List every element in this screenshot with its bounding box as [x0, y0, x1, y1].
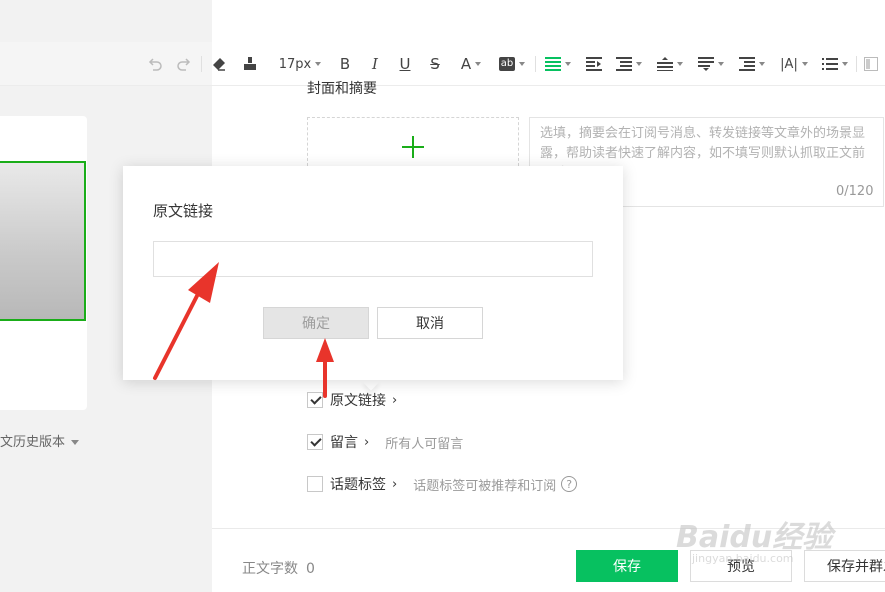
chevron-right-icon: ›: [392, 392, 398, 408]
baidu-jingyan-watermark: Baidu经验 jingyan.baidu.com: [676, 512, 833, 565]
chevron-down-icon: [315, 62, 322, 66]
editor-toolbar: 17px B I U S A ab |A|: [0, 42, 885, 86]
align-button[interactable]: [543, 54, 573, 74]
italic-button[interactable]: I: [366, 54, 384, 74]
save-button[interactable]: 保存: [576, 550, 678, 582]
cover-summary-title: 封面和摘要: [307, 81, 377, 97]
paragraph-before-icon: [657, 57, 673, 71]
underline-icon: U: [399, 55, 411, 73]
chevron-down-icon: [759, 62, 765, 66]
chevron-down-icon: [801, 62, 808, 66]
bold-icon: B: [339, 55, 351, 73]
word-count-label: 正文字数: [242, 561, 298, 577]
help-icon[interactable]: ?: [561, 476, 578, 492]
toolbar-divider: [856, 56, 857, 72]
format-painter-icon[interactable]: [240, 54, 260, 74]
background-color-icon: ab: [498, 57, 516, 71]
confirm-button[interactable]: 确定: [263, 307, 369, 339]
watermark-sub: jingyan.baidu.com: [692, 552, 794, 565]
original-link-dialog: 原文链接 确定 取消: [123, 166, 623, 380]
letter-spacing-icon: |A|: [780, 56, 798, 72]
option-description: 话题标签可被推荐和订阅: [413, 478, 557, 494]
font-color-icon: A: [460, 55, 472, 73]
paragraph-after-button[interactable]: [696, 54, 726, 74]
chevron-right-icon: ›: [392, 476, 398, 492]
chevron-right-icon: ›: [364, 434, 370, 450]
toolbar-divider: [535, 56, 536, 72]
font-size-value: 17px: [278, 56, 312, 72]
topic-tags-checkbox[interactable]: [307, 476, 323, 492]
chevron-down-icon: [475, 62, 482, 66]
history-version-label: 文历史版本: [0, 435, 66, 450]
line-spacing-button[interactable]: [614, 54, 644, 74]
list-icon: [822, 58, 838, 70]
word-count: 正文字数 0: [242, 558, 315, 578]
chevron-down-icon: [519, 62, 526, 66]
text-indent-button[interactable]: [737, 54, 767, 74]
option-original-link[interactable]: 原文链接 ›: [307, 391, 397, 409]
font-size-select[interactable]: 17px: [275, 54, 325, 74]
line-spacing-icon: [616, 57, 632, 71]
strikethrough-button[interactable]: S: [426, 54, 444, 74]
indent-button[interactable]: [584, 54, 604, 74]
chevron-down-icon: [718, 62, 724, 66]
chevron-down-icon: [636, 62, 642, 66]
dialog-title: 原文链接: [153, 202, 214, 220]
article-thumbnail-selected[interactable]: [0, 161, 86, 321]
background-color-button[interactable]: ab: [496, 54, 528, 74]
chevron-down-icon: [71, 440, 80, 445]
original-link-checkbox[interactable]: [307, 392, 323, 408]
paragraph-after-icon: [698, 57, 714, 71]
italic-icon: I: [372, 55, 378, 73]
chevron-down-icon: [565, 62, 571, 66]
summary-char-count: 0/120: [836, 184, 874, 199]
paragraph-before-button[interactable]: [655, 54, 685, 74]
indent-icon: [586, 57, 602, 71]
watermark-main: Baidu经验: [676, 520, 833, 555]
font-color-button[interactable]: A: [456, 54, 486, 74]
redo-icon[interactable]: [175, 54, 193, 74]
option-label: 留言: [330, 435, 358, 451]
chevron-down-icon: [677, 62, 683, 66]
option-label: 话题标签: [330, 477, 386, 493]
plus-icon[interactable]: [402, 136, 424, 158]
history-version-link[interactable]: 文历史版本: [0, 431, 80, 450]
cancel-button[interactable]: 取消: [377, 307, 483, 339]
option-label: 原文链接: [330, 393, 386, 409]
original-link-input[interactable]: [153, 241, 593, 277]
bold-button[interactable]: B: [336, 54, 354, 74]
word-count-value: 0: [306, 561, 315, 577]
more-tools-icon[interactable]: [862, 54, 880, 74]
option-topic-tags[interactable]: 话题标签 › 话题标签可被推荐和订阅 ?: [307, 475, 578, 494]
strikethrough-icon: S: [430, 55, 440, 73]
option-description: 所有人可留言: [385, 436, 464, 452]
toolbar-divider: [201, 56, 202, 72]
list-button[interactable]: [820, 54, 850, 74]
undo-icon[interactable]: [146, 54, 164, 74]
underline-button[interactable]: U: [396, 54, 414, 74]
align-icon: [545, 57, 561, 71]
option-comments[interactable]: 留言 › 所有人可留言: [307, 433, 464, 452]
comments-checkbox[interactable]: [307, 434, 323, 450]
eraser-icon[interactable]: [209, 54, 229, 74]
text-indent-icon: [739, 57, 755, 71]
letter-spacing-button[interactable]: |A|: [778, 54, 810, 74]
chevron-down-icon: [842, 62, 848, 66]
